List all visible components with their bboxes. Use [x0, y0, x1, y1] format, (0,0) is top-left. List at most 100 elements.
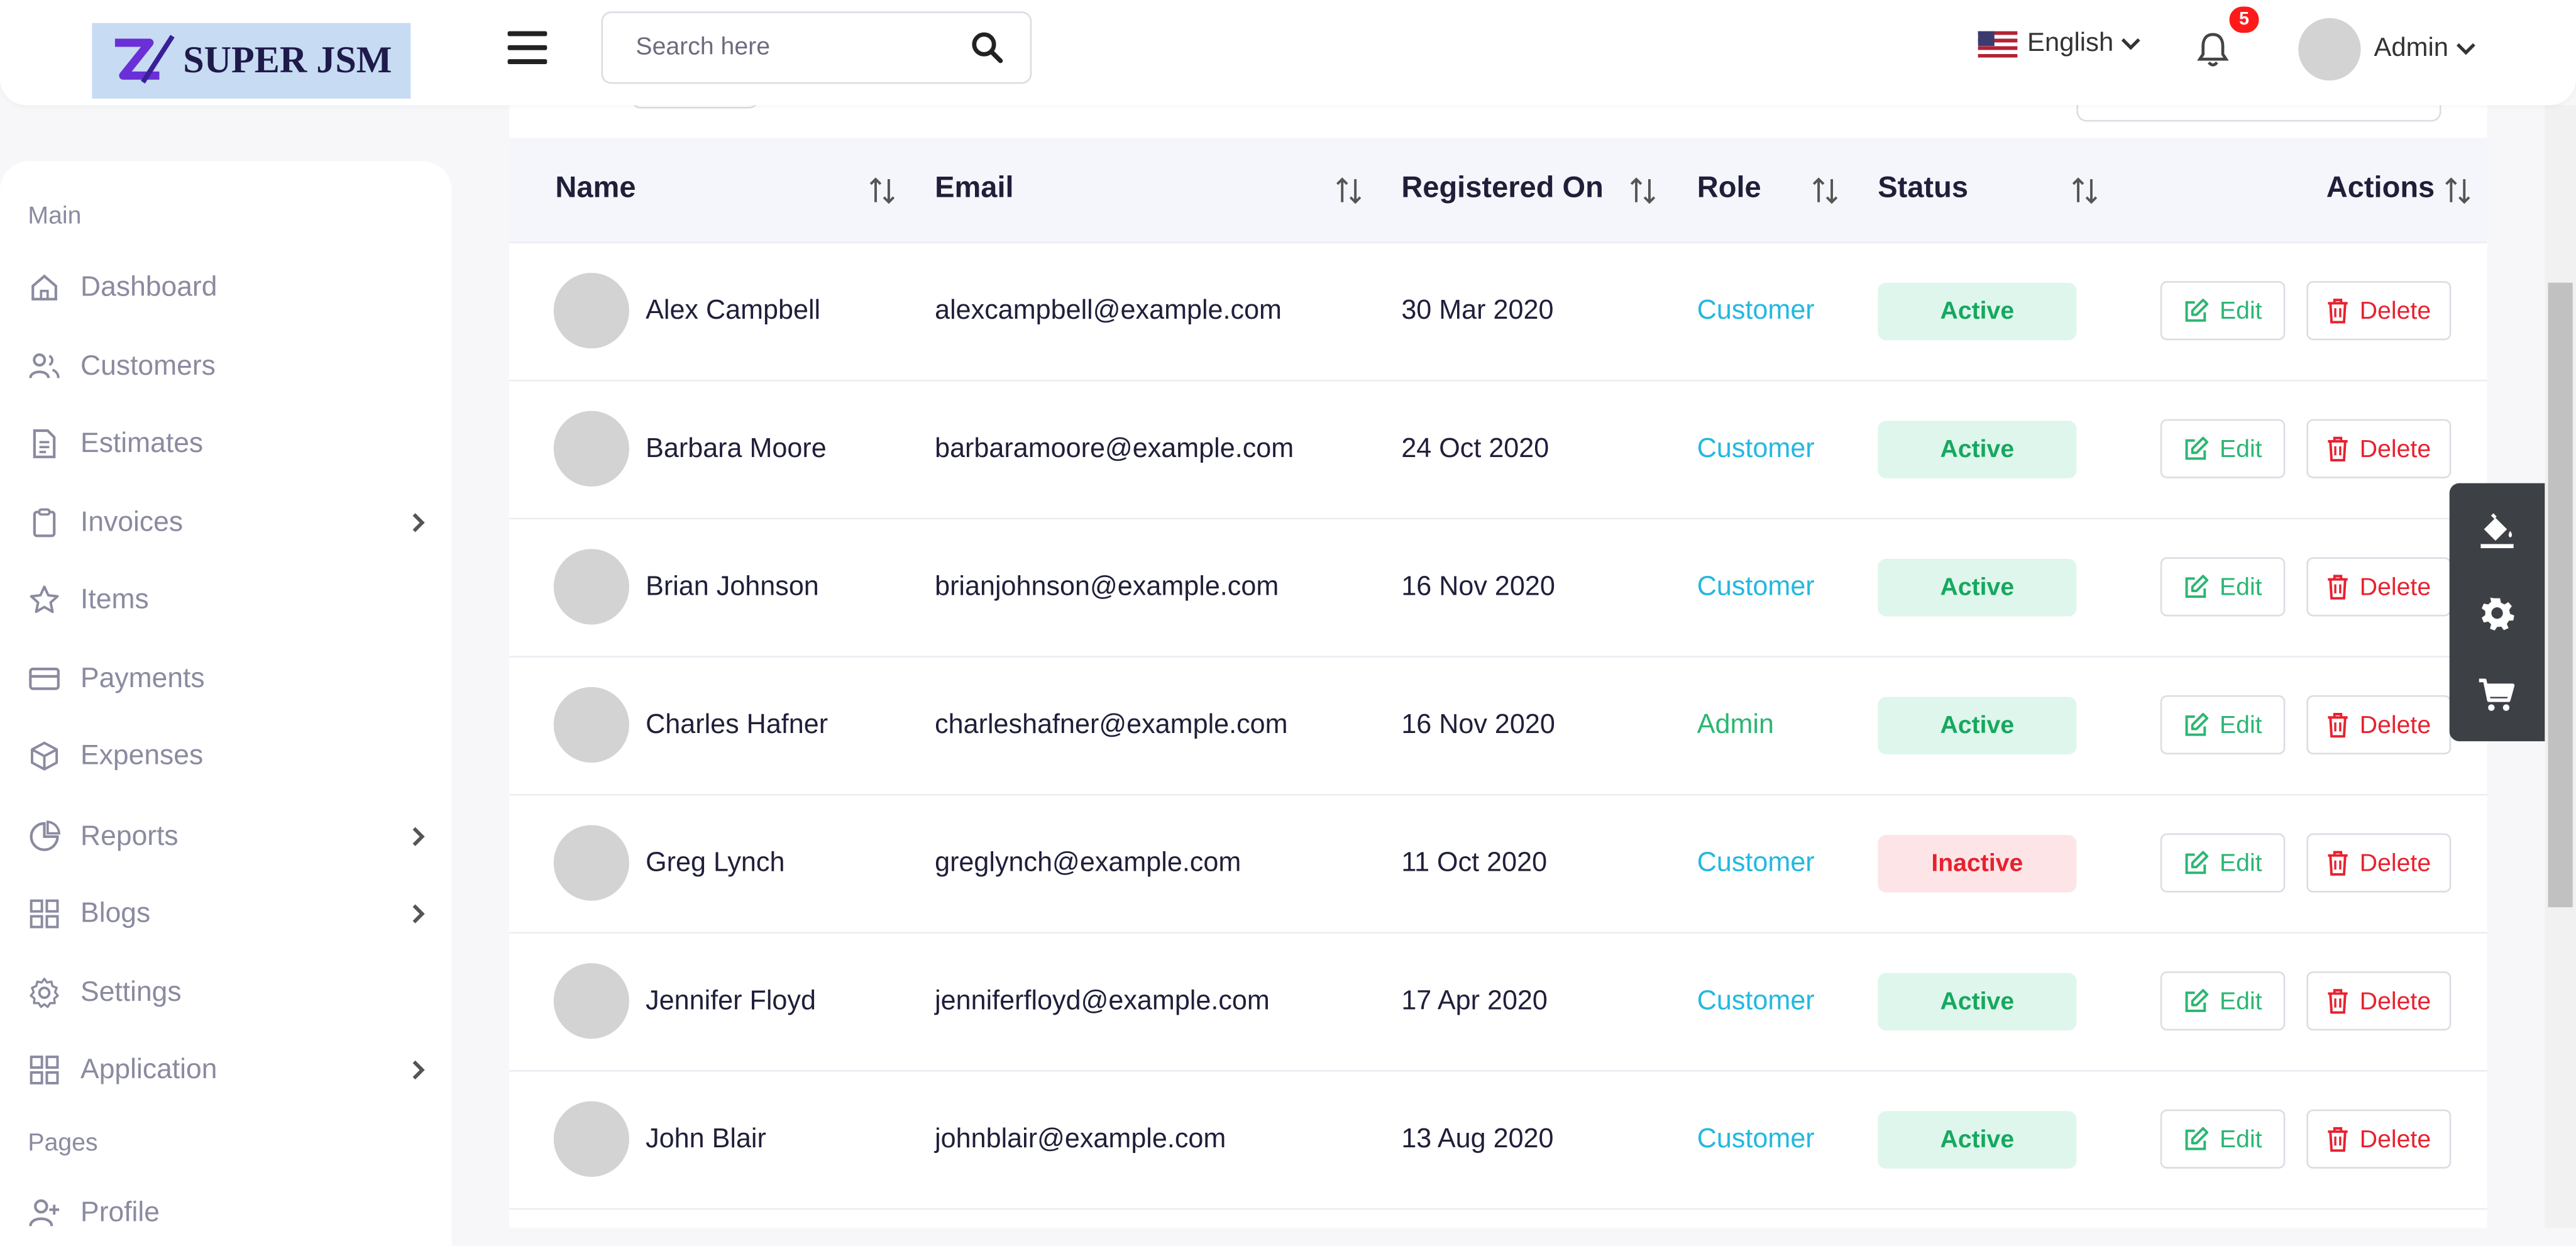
gear-icon[interactable]	[2477, 593, 2517, 633]
sidebar-item-payments[interactable]: Payments	[28, 654, 430, 703]
delete-button[interactable]: Delete	[2306, 419, 2452, 478]
delete-label: Delete	[2359, 987, 2431, 1015]
sidebar-item-customers[interactable]: Customers	[28, 342, 430, 391]
home-icon	[31, 274, 57, 300]
column-header-role[interactable]: Role	[1697, 171, 1761, 206]
chevron-right-icon	[412, 827, 425, 846]
user-name[interactable]: John Blair	[646, 1072, 766, 1208]
user-name[interactable]: Greg Lynch	[646, 795, 784, 932]
sidebar-item-invoices[interactable]: Invoices	[28, 498, 430, 547]
column-header-status[interactable]: Status	[1878, 171, 1968, 206]
users-icon	[29, 353, 60, 378]
column-header-email[interactable]: Email	[935, 171, 1014, 206]
user-email: alexcampbell@example.com	[935, 295, 1282, 326]
edit-button[interactable]: Edit	[2160, 1109, 2286, 1169]
registered-date: 13 Aug 2020	[1401, 1124, 1554, 1154]
column-header-registered-on[interactable]: Registered On	[1401, 171, 1604, 206]
sort-icon[interactable]	[1333, 174, 1365, 207]
cart-icon[interactable]	[2477, 676, 2517, 715]
edit-button[interactable]: Edit	[2160, 695, 2286, 755]
edit-icon	[2185, 299, 2209, 322]
trash-icon	[2328, 851, 2348, 876]
edit-label: Edit	[2220, 573, 2262, 601]
delete-button[interactable]: Delete	[2306, 557, 2452, 617]
sidebar-item-estimates[interactable]: Estimates	[28, 419, 430, 468]
edit-label: Edit	[2220, 434, 2262, 463]
delete-label: Delete	[2359, 710, 2431, 739]
avatar	[2298, 18, 2361, 81]
edit-icon	[2185, 1127, 2209, 1150]
avatar	[553, 273, 629, 349]
delete-label: Delete	[2359, 849, 2431, 877]
scrollbar-thumb[interactable]	[2548, 282, 2573, 908]
avatar	[553, 963, 629, 1039]
user-name[interactable]: Barbara Moore	[646, 382, 827, 518]
delete-button[interactable]: Delete	[2306, 281, 2452, 341]
user-menu[interactable]: Admin	[2298, 18, 2478, 81]
sidebar-item-label: Settings	[80, 976, 182, 1008]
user-role: Customer	[1697, 434, 1815, 464]
edit-button[interactable]: Edit	[2160, 281, 2286, 341]
sort-icon[interactable]	[2068, 174, 2101, 207]
gear-icon	[30, 978, 59, 1008]
brand-logo[interactable]: SUPER JSM	[92, 23, 411, 99]
search-input[interactable]	[632, 31, 952, 63]
registered-date: 24 Oct 2020	[1401, 434, 1549, 464]
trash-icon	[2328, 575, 2348, 600]
delete-button[interactable]: Delete	[2306, 695, 2452, 755]
sidebar-item-label: Estimates	[80, 427, 204, 459]
sidebar-item-reports[interactable]: Reports	[28, 812, 430, 861]
sort-icon[interactable]	[2441, 174, 2474, 207]
sidebar-item-profile[interactable]: Profile	[28, 1188, 430, 1237]
sidebar-item-label: Expenses	[80, 739, 204, 771]
sidebar-item-application[interactable]: Application	[28, 1045, 430, 1094]
delete-button[interactable]: Delete	[2306, 833, 2452, 893]
sidebar-item-expenses[interactable]: Expenses	[28, 731, 430, 780]
table-row: Charles Hafner charleshafner@example.com…	[509, 656, 2487, 794]
delete-button[interactable]: Delete	[2306, 971, 2452, 1031]
brand-logo-icon	[116, 35, 175, 84]
sidebar-item-label: Application	[80, 1053, 217, 1085]
menu-toggle-icon[interactable]	[506, 26, 549, 69]
status-badge: Active	[1878, 1111, 2077, 1169]
status-badge: Active	[1878, 697, 2077, 755]
user-role: Admin	[1697, 710, 1775, 740]
user-email: jenniferfloyd@example.com	[935, 986, 1270, 1016]
user-name[interactable]: Brian Johnson	[646, 519, 819, 656]
sidebar-item-items[interactable]: Items	[28, 575, 430, 624]
sidebar-item-label: Customers	[80, 350, 216, 382]
column-header-actions[interactable]: Actions	[2326, 171, 2435, 206]
user-name[interactable]: Alex Campbell	[646, 243, 820, 380]
sort-icon[interactable]	[866, 174, 898, 207]
edit-button[interactable]: Edit	[2160, 971, 2286, 1031]
user-email: charleshafner@example.com	[935, 710, 1288, 740]
table-row: Alex Campbell alexcampbell@example.com 3…	[509, 241, 2487, 380]
pie-chart-icon	[30, 820, 61, 851]
language-selector[interactable]: English	[1978, 30, 2144, 59]
chevron-down-icon	[2457, 43, 2476, 55]
user-name[interactable]: Jennifer Floyd	[646, 934, 816, 1070]
table-row: Greg Lynch greglynch@example.com 11 Oct …	[509, 793, 2487, 932]
sidebar-item-settings[interactable]: Settings	[28, 968, 430, 1017]
sidebar-section-pages: Pages	[28, 1129, 98, 1157]
notification-bell-icon[interactable]	[2195, 30, 2231, 69]
edit-button[interactable]: Edit	[2160, 833, 2286, 893]
user-name[interactable]: Charles Hafner	[646, 658, 828, 794]
delete-button[interactable]: Delete	[2306, 1109, 2452, 1169]
trash-icon	[2328, 299, 2348, 324]
table-row: Jennifer Floyd jenniferfloyd@example.com…	[509, 932, 2487, 1071]
table-row: Brian Johnson brianjohnson@example.com 1…	[509, 517, 2487, 656]
search-icon[interactable]	[971, 31, 1004, 64]
edit-button[interactable]: Edit	[2160, 557, 2286, 617]
delete-label: Delete	[2359, 296, 2431, 325]
sort-icon[interactable]	[1808, 174, 1841, 207]
edit-label: Edit	[2220, 710, 2262, 739]
sort-icon[interactable]	[1626, 174, 1659, 207]
user-email: barbaramoore@example.com	[935, 434, 1294, 464]
column-header-name[interactable]: Name	[555, 171, 636, 206]
sidebar-item-blogs[interactable]: Blogs	[28, 889, 430, 938]
edit-label: Edit	[2220, 987, 2262, 1015]
edit-button[interactable]: Edit	[2160, 419, 2286, 478]
paint-bucket-icon[interactable]	[2477, 509, 2517, 549]
sidebar-item-dashboard[interactable]: Dashboard	[28, 263, 430, 312]
